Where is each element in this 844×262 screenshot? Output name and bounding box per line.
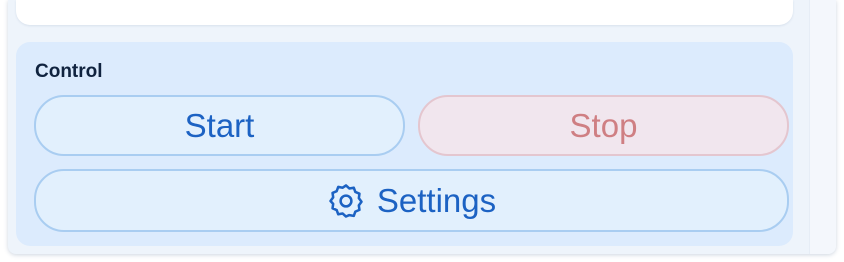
- stop-button[interactable]: Stop: [418, 95, 789, 156]
- previous-card: [16, 0, 793, 25]
- scrollbar-track[interactable]: [809, 0, 836, 254]
- start-button-label: Start: [184, 106, 255, 144]
- start-button[interactable]: Start: [34, 95, 405, 156]
- gear-icon: [329, 183, 363, 218]
- control-panel: Control Start Stop Settings: [16, 42, 793, 246]
- settings-button[interactable]: Settings: [34, 169, 789, 232]
- control-title: Control: [35, 61, 103, 82]
- settings-button-label: Settings: [376, 181, 497, 219]
- stop-button-label: Stop: [569, 106, 638, 144]
- app-window: Control Start Stop Settings: [8, 0, 836, 254]
